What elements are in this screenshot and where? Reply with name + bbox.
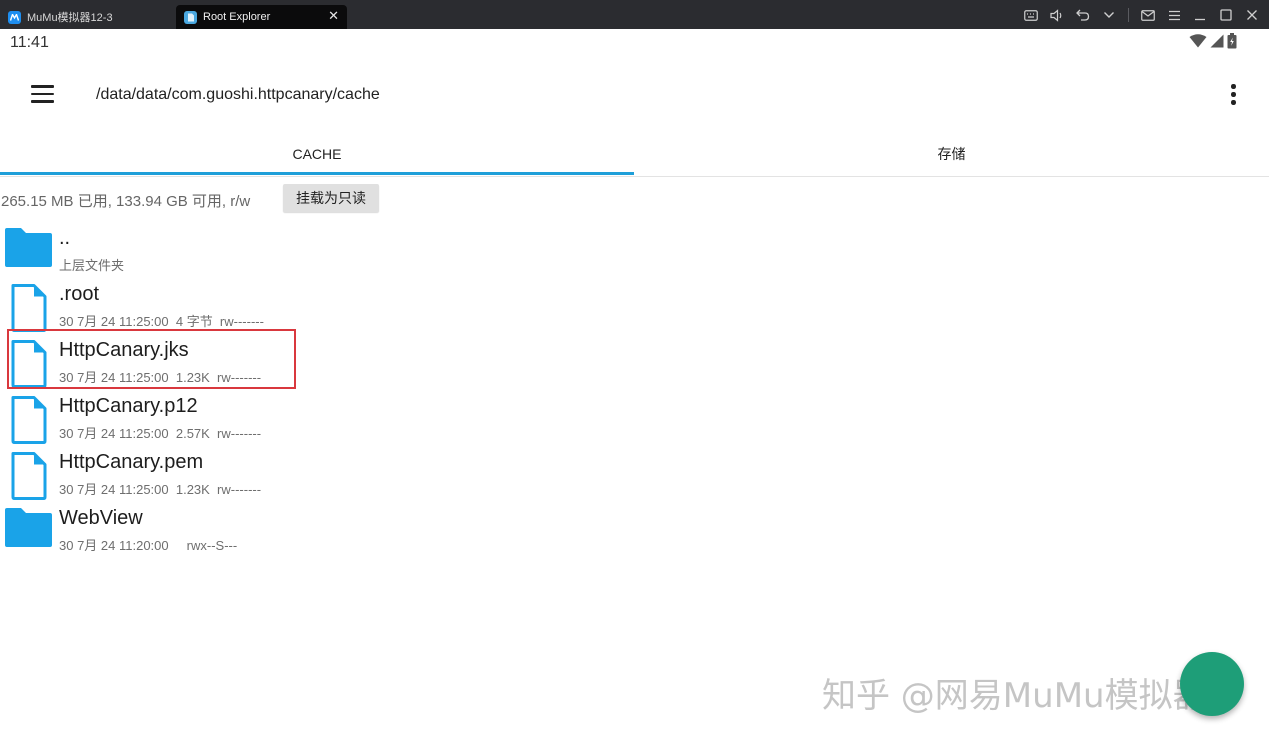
- file-name: HttpCanary.jks: [59, 339, 189, 361]
- app-toolbar: /data/data/com.guoshi.httpcanary/cache: [0, 57, 1269, 131]
- storage-info: 265.15 MB 已用, 133.94 GB 可用, r/w: [1, 193, 251, 210]
- keyboard-icon[interactable]: [1024, 8, 1038, 22]
- signal-icon: [1210, 34, 1224, 48]
- root-explorer-app-icon: [184, 10, 197, 24]
- watermark-text: 知乎 @网易MuMu模拟器: [822, 676, 1207, 716]
- file-row[interactable]: HttpCanary.jks 30 7月 24 11:25:00 1.23K rw…: [0, 339, 640, 395]
- file-meta: 30 7月 24 11:25:00 2.57K rw-------: [59, 426, 262, 441]
- wifi-icon: [1189, 34, 1207, 48]
- tab-cache[interactable]: CACHE: [0, 131, 634, 176]
- current-path-title: /data/data/com.guoshi.httpcanary/cache: [96, 86, 380, 103]
- folder-meta: 30 7月 24 11:20:00 rwx--S---: [59, 538, 238, 553]
- emulator-tab-label: Root Explorer: [203, 11, 271, 23]
- file-name: HttpCanary.p12: [59, 395, 198, 417]
- file-icon: [4, 395, 54, 445]
- volume-icon[interactable]: [1050, 8, 1064, 22]
- tab-storage[interactable]: 存储: [634, 131, 1269, 176]
- file-meta: 30 7月 24 11:25:00 4 字节 rw-------: [59, 314, 264, 329]
- emulator-titlebar: MuMu模拟器12-3 Root Explorer ✕: [0, 0, 1269, 29]
- file-row[interactable]: HttpCanary.p12 30 7月 24 11:25:00 2.57K rw…: [0, 395, 640, 451]
- mail-icon[interactable]: [1141, 8, 1155, 22]
- file-name: .root: [59, 283, 100, 305]
- file-meta: 30 7月 24 11:25:00 1.23K rw-------: [59, 370, 262, 385]
- file-meta: 30 7月 24 11:25:00 1.23K rw-------: [59, 482, 262, 497]
- file-row[interactable]: HttpCanary.pem 30 7月 24 11:25:00 1.23K rw…: [0, 451, 640, 507]
- folder-icon: [4, 227, 54, 277]
- folder-row[interactable]: WebView 30 7月 24 11:20:00 rwx--S---: [0, 507, 640, 563]
- overflow-menu-icon[interactable]: [1225, 84, 1241, 106]
- file-row[interactable]: .root 30 7月 24 11:25:00 4 字节 rw-------: [0, 283, 640, 339]
- maximize-icon[interactable]: [1219, 8, 1233, 22]
- back-icon[interactable]: [1076, 8, 1090, 22]
- status-clock: 11:41: [10, 34, 49, 51]
- emulator-tab-mumu[interactable]: MuMu模拟器12-3: [8, 5, 173, 29]
- status-icons: [1189, 33, 1237, 49]
- tab-bar: CACHE 存储: [0, 131, 1269, 177]
- window-controls: [1024, 5, 1259, 25]
- window-controls-divider: [1128, 8, 1129, 22]
- folder-row[interactable]: .. 上层文件夹: [0, 227, 640, 283]
- file-icon: [4, 283, 54, 333]
- file-name: HttpCanary.pem: [59, 451, 204, 473]
- close-icon[interactable]: [1245, 8, 1259, 22]
- mount-readonly-button[interactable]: 挂载为只读: [283, 184, 379, 212]
- active-tab-indicator: [0, 172, 634, 175]
- tab-close-icon[interactable]: ✕: [328, 8, 339, 24]
- menu-icon[interactable]: [1167, 8, 1181, 22]
- folder-name: ..: [59, 227, 71, 249]
- emulator-tab-label: MuMu模拟器12-3: [27, 12, 113, 24]
- minimize-icon[interactable]: [1193, 8, 1207, 22]
- file-icon: [4, 339, 54, 389]
- hamburger-menu-icon[interactable]: [31, 85, 54, 103]
- floating-action-button[interactable]: [1180, 652, 1244, 716]
- folder-meta: 上层文件夹: [59, 258, 125, 273]
- android-status-bar: 11:41: [0, 29, 1269, 57]
- mumu-app-icon: [8, 10, 21, 24]
- file-icon: [4, 451, 54, 501]
- folder-name: WebView: [59, 507, 143, 529]
- battery-icon: [1227, 33, 1237, 49]
- emulator-tab-root-explorer[interactable]: Root Explorer ✕: [176, 5, 347, 29]
- screen: MuMu模拟器12-3 Root Explorer ✕ 11:41 /data/…: [0, 0, 1269, 742]
- folder-icon: [4, 507, 54, 557]
- chevron-down-icon[interactable]: [1102, 8, 1116, 22]
